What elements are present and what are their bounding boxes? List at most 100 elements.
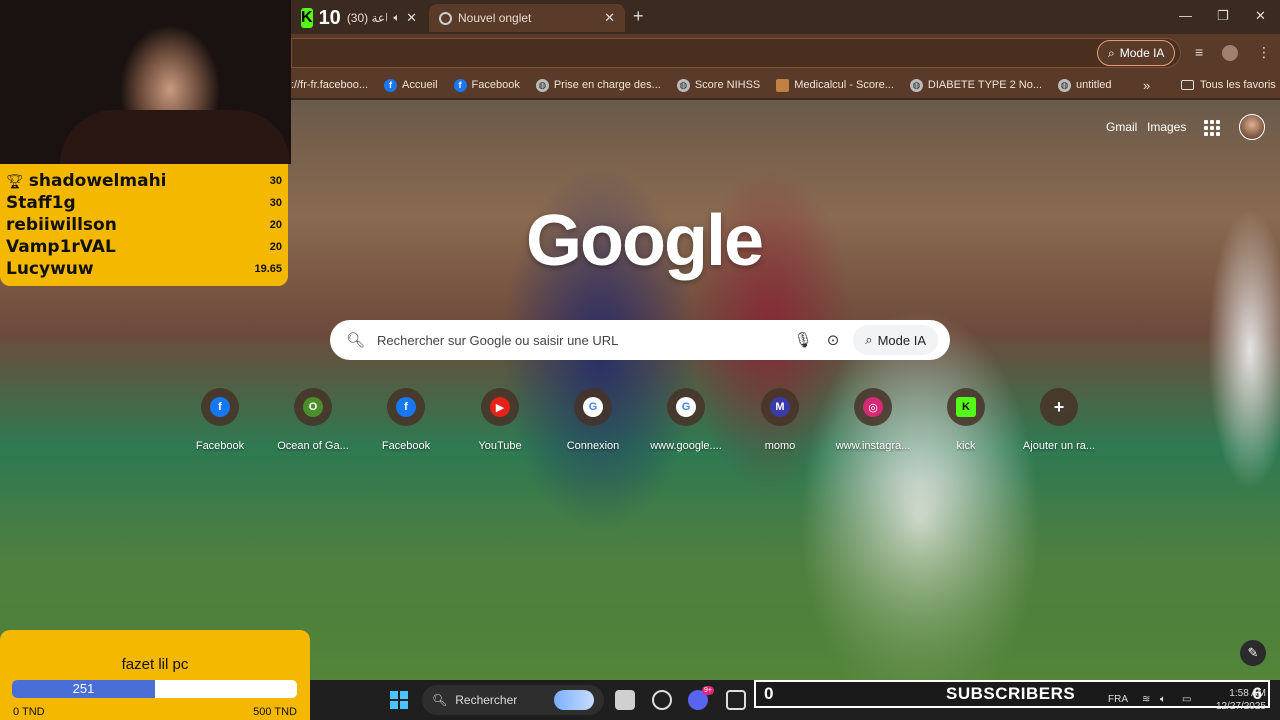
tab-new-tab[interactable]: Nouvel onglet ✕ (429, 4, 625, 32)
all-bookmarks-button[interactable]: Tous les favoris (1181, 79, 1276, 91)
shortcut-tile[interactable]: ▶ YouTube (452, 388, 548, 452)
battery-icon[interactable]: ▭ (1182, 694, 1191, 705)
shortcut-tile[interactable]: f Facebook (172, 388, 268, 452)
shortcut-tile[interactable]: + Ajouter un ra... (1011, 388, 1107, 452)
leaderboard-amount: 20 (269, 219, 282, 231)
bookmark-label: untitled (1076, 79, 1112, 91)
close-tab-icon[interactable]: ✕ (604, 10, 615, 26)
speaker-icon[interactable]: 🔈︎ (393, 12, 400, 25)
shortcut-tile[interactable]: f Facebook (358, 388, 454, 452)
shortcut-favicon-icon: G (676, 397, 696, 417)
facebook-icon: f (453, 78, 467, 92)
leaderboard-row: Staff1g 30 (6, 192, 282, 214)
google-lens-icon[interactable]: ⊙ (827, 331, 840, 349)
bookmark-item[interactable]: ://fr-fr.faceboo... (291, 79, 368, 91)
shortcut-circle: G (667, 388, 705, 426)
steam-like-app-icon[interactable] (652, 690, 672, 710)
customize-pencil-icon[interactable]: ✎ (1240, 640, 1266, 666)
new-tab-plus-icon[interactable]: + (633, 6, 644, 27)
shortcut-label: YouTube (478, 440, 522, 452)
search-mode-ia-button[interactable]: ⌕ Mode IA (853, 325, 938, 355)
shortcut-circle: ▶ (481, 388, 519, 426)
menu-dots-icon[interactable]: ⋮ (1257, 44, 1271, 61)
goal-title: fazet lil pc (121, 656, 189, 673)
shortcut-circle: + (1040, 388, 1078, 426)
images-link[interactable]: Images (1147, 120, 1186, 134)
bookmark-item[interactable]: ◍ untitled (1058, 78, 1112, 92)
shortcut-favicon-icon: f (396, 397, 416, 417)
goal-progress-bar: 251 (12, 680, 297, 698)
close-window-icon[interactable]: ✕ (1255, 8, 1266, 24)
goal-max-label: 500 TND (253, 706, 297, 718)
bookmark-label: DIABETE TYPE 2 No... (927, 79, 1043, 91)
shortcut-tile[interactable]: ◎ www.instagra... (825, 388, 921, 452)
leaderboard-amount: 19.65 (254, 263, 282, 275)
google-logo: Google (526, 201, 764, 281)
discord-badge: 9+ (702, 686, 714, 695)
shortcut-circle: M (761, 388, 799, 426)
webcam-overlay (0, 0, 291, 164)
bookmark-item[interactable]: ◍ Prise en charge des... (535, 78, 661, 92)
shortcut-tile[interactable]: O Ocean of Ga... (265, 388, 361, 452)
minimize-icon[interactable]: — (1179, 8, 1192, 23)
shortcut-favicon-icon: M (770, 397, 790, 417)
tab-strip: K 10 (30) أول ساعة 🔈︎ ✕ Nouvel onglet ✕ … (291, 0, 1280, 34)
shortcut-favicon-icon: K (956, 397, 976, 417)
task-view-icon[interactable] (615, 690, 635, 710)
donation-leaderboard: 🏆︎ shadowelmahi 30 Staff1g 30 rebiiwillson 2… (0, 164, 288, 286)
shortcut-label: Ocean of Ga... (277, 440, 349, 452)
folder-icon (1181, 80, 1194, 90)
shortcut-circle: ◎ (854, 388, 892, 426)
google-account-avatar[interactable] (1239, 114, 1265, 140)
windows-start-icon[interactable] (390, 691, 408, 709)
bookmark-label: Facebook (471, 79, 520, 91)
shortcut-tile[interactable]: Gwww.google.... (638, 388, 734, 452)
microphone-icon[interactable]: 🎙︎ (794, 331, 813, 349)
mode-ia-button[interactable]: ⌕ Mode IA (1097, 40, 1176, 66)
trophy-icon: 🏆︎ (6, 172, 24, 189)
language-indicator[interactable]: FRA (1108, 694, 1128, 705)
media-queue-icon[interactable]: ≡ (1195, 44, 1203, 60)
maximize-icon[interactable]: ❐ (1217, 8, 1229, 24)
google-search-box[interactable]: 🔍︎ 🎙︎ ⊙ ⌕ Mode IA (330, 320, 950, 360)
tab-title: (30) أول ساعة (346, 11, 388, 25)
gmail-link[interactable]: Gmail (1106, 120, 1137, 134)
globe-icon: ◍ (535, 78, 549, 92)
address-bar[interactable] (291, 38, 1181, 68)
volume-icon[interactable]: 🔈︎ (1160, 694, 1166, 705)
shortcut-tile[interactable]: G Connexion (545, 388, 641, 452)
bookmarks-overflow-chevron-icon[interactable]: » (1143, 78, 1150, 93)
profile-avatar[interactable] (1222, 45, 1238, 61)
tab-stream[interactable]: K 10 (30) أول ساعة 🔈︎ ✕ (291, 4, 427, 32)
search-icon: 🔍︎ (346, 332, 366, 349)
taskbar-search[interactable]: 🔍︎ Rechercher (422, 685, 604, 715)
bookmark-item[interactable]: f Facebook (453, 78, 520, 92)
all-bookmarks-label: Tous les favoris (1200, 79, 1276, 91)
shortcut-tile[interactable]: Kkick (918, 388, 1014, 452)
bookmark-item[interactable]: ◍ Score NIHSS (676, 78, 760, 92)
chrome-tab-icon (439, 11, 452, 25)
bookmark-item[interactable]: Medicalcul - Score... (776, 78, 894, 92)
shortcut-tile[interactable]: Mmomo (732, 388, 828, 452)
mode-ia-label: Mode IA (877, 332, 926, 348)
wifi-icon[interactable]: ≋ (1142, 694, 1150, 705)
leaderboard-row: Vamp1rVAL 20 (6, 236, 282, 258)
search-input[interactable] (377, 332, 780, 348)
search-icon: 🔍︎ (432, 693, 448, 707)
store-icon[interactable] (726, 690, 746, 710)
shortcut-favicon-icon: ▶ (490, 397, 510, 417)
shortcut-circle: G (574, 388, 612, 426)
close-tab-icon[interactable]: ✕ (406, 10, 417, 26)
taskbar-search-label: Rechercher (455, 693, 518, 707)
bookmark-item[interactable]: ◍ DIABETE TYPE 2 No... (909, 78, 1043, 92)
discord-icon[interactable]: 9+ (688, 686, 714, 710)
google-apps-grid-icon[interactable] (1204, 120, 1220, 136)
bookmark-item[interactable]: f Accueil (384, 78, 438, 92)
facebook-icon: f (384, 78, 398, 92)
leaderboard-name: Staff1g (6, 193, 76, 213)
leaderboard-row: 🏆︎ shadowelmahi 30 (6, 170, 282, 192)
bookmark-label: ://fr-fr.faceboo... (291, 79, 369, 91)
search-sparkle-icon: ⌕ (1108, 45, 1115, 60)
taskbar-clock[interactable]: 1:58 AM 12/27/2025 (1210, 687, 1266, 713)
leaderboard-name: shadowelmahi (28, 171, 167, 191)
